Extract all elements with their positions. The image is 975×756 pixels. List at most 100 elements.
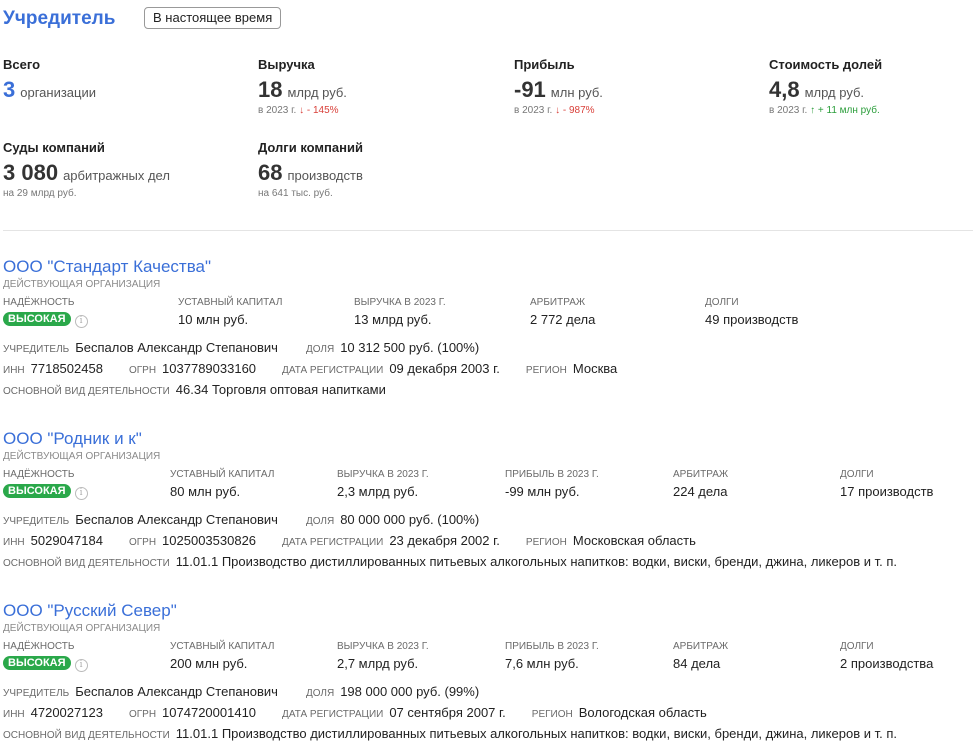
stat-profit: Прибыль -91 млн руб. в 2023 г. ↓ - 987% [514, 57, 603, 116]
founder-name[interactable]: Беспалов Александр Степанович [75, 681, 278, 702]
metric-reliability: надёжность ВЫСОКАЯ i [3, 469, 88, 500]
share-value: 10 312 500 руб. (100%) [340, 340, 480, 355]
inn-value: 4720027123 [30, 705, 103, 720]
metric-value: 2 производства [840, 656, 934, 671]
org-card: ООО "Русский Север" ДЕЙСТВУЮЩАЯ ОРГАНИЗА… [3, 601, 975, 744]
stat-profit-label: Прибыль [514, 57, 575, 72]
activity-value: 11.01.1 Производство дистиллированных пи… [175, 726, 897, 741]
metric-arbitration: арбитраж 84 дела [673, 641, 728, 672]
metric-value: 2,7 млрд руб. [337, 656, 419, 671]
stat-shares: Стоимость долей 4,8 млрд руб. в 2023 г. … [769, 57, 882, 116]
metric-label: выручка в 2023 г. [354, 297, 446, 308]
org-metrics: надёжность ВЫСОКАЯ i уставный капитал 200… [3, 641, 975, 681]
stat-shares-label: Стоимость долей [769, 57, 883, 72]
info-icon[interactable]: i [74, 315, 88, 328]
metric-reliability: надёжность ВЫСОКАЯ i [3, 297, 88, 328]
info-icon[interactable]: i [74, 659, 88, 672]
org-card: ООО "Родник и к" ДЕЙСТВУЮЩАЯ ОРГАНИЗАЦИЯ… [3, 429, 975, 572]
ids-line: инн 5029047184 огрн 1025003530826 дата р… [3, 530, 975, 551]
stat-revenue-label: Выручка [258, 57, 315, 72]
stat-profit-year: в 2023 г. [514, 105, 553, 116]
stat-debts-label: Долги компаний [258, 140, 363, 155]
period-select-button[interactable]: В настоящее время [144, 7, 282, 29]
metric-value: 80 млн руб. [170, 484, 241, 499]
metric-revenue: выручка в 2023 г. 13 млрд руб. [354, 297, 446, 328]
org-status: ДЕЙСТВУЮЩАЯ ОРГАНИЗАЦИЯ [3, 451, 161, 462]
ids-line: инн 7718502458 огрн 1037789033160 дата р… [3, 358, 975, 379]
founder-name[interactable]: Беспалов Александр Степанович [75, 509, 278, 530]
activity-label: основной вид деятельности [3, 386, 170, 397]
reg-date-value: 09 декабря 2003 г. [389, 361, 500, 376]
metric-arbitration: арбитраж 2 772 дела [530, 297, 595, 328]
activity-line: основной вид деятельности 11.01.1 Произв… [3, 723, 975, 744]
ids-line: инн 4720027123 огрн 1074720001410 дата р… [3, 702, 975, 723]
region-label: регион [531, 709, 573, 720]
metric-capital: уставный капитал 200 млн руб. [170, 641, 274, 672]
reliability-badge: ВЫСОКАЯ [3, 656, 71, 670]
page-title: Учредитель [3, 8, 116, 29]
founder-label: учредитель [3, 516, 70, 527]
metric-value: 7,6 млн руб. [505, 656, 579, 671]
metric-capital: уставный капитал 80 млн руб. [170, 469, 274, 500]
metric-debts: долги 49 производств [705, 297, 798, 328]
share-label: доля [305, 688, 335, 699]
org-status: ДЕЙСТВУЮЩАЯ ОРГАНИЗАЦИЯ [3, 623, 161, 634]
stat-courts: Суды компаний 3 080 арбитражных дел на 2… [3, 140, 170, 199]
founder-name[interactable]: Беспалов Александр Степанович [75, 337, 278, 358]
region-value: Вологодская область [578, 705, 707, 720]
metric-label: надёжность [3, 297, 75, 308]
org-name-link[interactable]: ООО "Стандарт Качества" [3, 257, 975, 277]
org-metrics: надёжность ВЫСОКАЯ i уставный капитал 80 … [3, 469, 975, 509]
stat-courts-value: 3 080 [3, 160, 59, 185]
metric-label: прибыль в 2023 г. [505, 641, 599, 652]
inn-label: инн [3, 709, 25, 720]
activity-line: основной вид деятельности 11.01.1 Произв… [3, 551, 975, 572]
metric-profit: прибыль в 2023 г. 7,6 млн руб. [505, 641, 599, 672]
metric-value: 200 млн руб. [170, 656, 248, 671]
metric-value: 2 772 дела [530, 312, 596, 327]
stat-revenue-value: 18 [258, 77, 283, 102]
share-label: доля [305, 516, 335, 527]
metric-debts: долги 2 производства [840, 641, 933, 672]
activity-value: 11.01.1 Производство дистиллированных пи… [175, 554, 897, 569]
stat-revenue: Выручка 18 млрд руб. в 2023 г. ↓ - 145% [258, 57, 347, 116]
metric-label: долги [840, 641, 874, 652]
org-name-link[interactable]: ООО "Русский Север" [3, 601, 975, 621]
metric-label: прибыль в 2023 г. [505, 469, 599, 480]
metric-label: уставный капитал [170, 641, 275, 652]
info-icon[interactable]: i [74, 487, 88, 500]
org-metrics: надёжность ВЫСОКАЯ i уставный капитал 10 … [3, 297, 975, 337]
metric-value: 84 дела [673, 656, 721, 671]
inn-label: инн [3, 537, 25, 548]
activity-label: основной вид деятельности [3, 730, 170, 741]
stat-shares-change: ↑ + 11 млн руб. [810, 105, 880, 116]
stat-courts-unit: арбитражных дел [63, 168, 170, 183]
stat-revenue-unit: млрд руб. [287, 85, 347, 100]
stat-total-value[interactable]: 3 [3, 77, 15, 103]
ogrn-value: 1037789033160 [162, 361, 257, 376]
reg-date-label: дата регистрации [282, 365, 384, 376]
metric-value: 10 млн руб. [178, 312, 249, 327]
inn-label: инн [3, 365, 25, 376]
metric-label: уставный капитал [170, 469, 275, 480]
metric-value: 2,3 млрд руб. [337, 484, 419, 499]
metric-label: выручка в 2023 г. [337, 641, 429, 652]
metric-value: 17 производств [840, 484, 934, 499]
ogrn-label: огрн [128, 537, 157, 548]
org-name-link[interactable]: ООО "Родник и к" [3, 429, 975, 449]
metric-label: арбитраж [673, 469, 729, 480]
reg-date-value: 07 сентября 2007 г. [389, 705, 506, 720]
activity-line: основной вид деятельности 46.34 Торговля… [3, 379, 975, 400]
stat-shares-value: 4,8 [769, 77, 800, 102]
region-label: регион [525, 537, 567, 548]
metric-reliability: надёжность ВЫСОКАЯ i [3, 641, 88, 672]
metric-label: долги [705, 297, 739, 308]
stat-total: Всего 3 организации [3, 57, 96, 103]
founder-line: учредитель Беспалов Александр Степанович… [3, 509, 975, 530]
metric-label: надёжность [3, 469, 75, 480]
stat-debts: Долги компаний 68 производств на 641 тыс… [258, 140, 363, 199]
founder-line: учредитель Беспалов Александр Степанович… [3, 681, 975, 702]
metric-debts: долги 17 производств [840, 469, 933, 500]
stat-courts-sub: на 29 млрд руб. [3, 188, 77, 199]
region-value: Москва [572, 361, 618, 376]
